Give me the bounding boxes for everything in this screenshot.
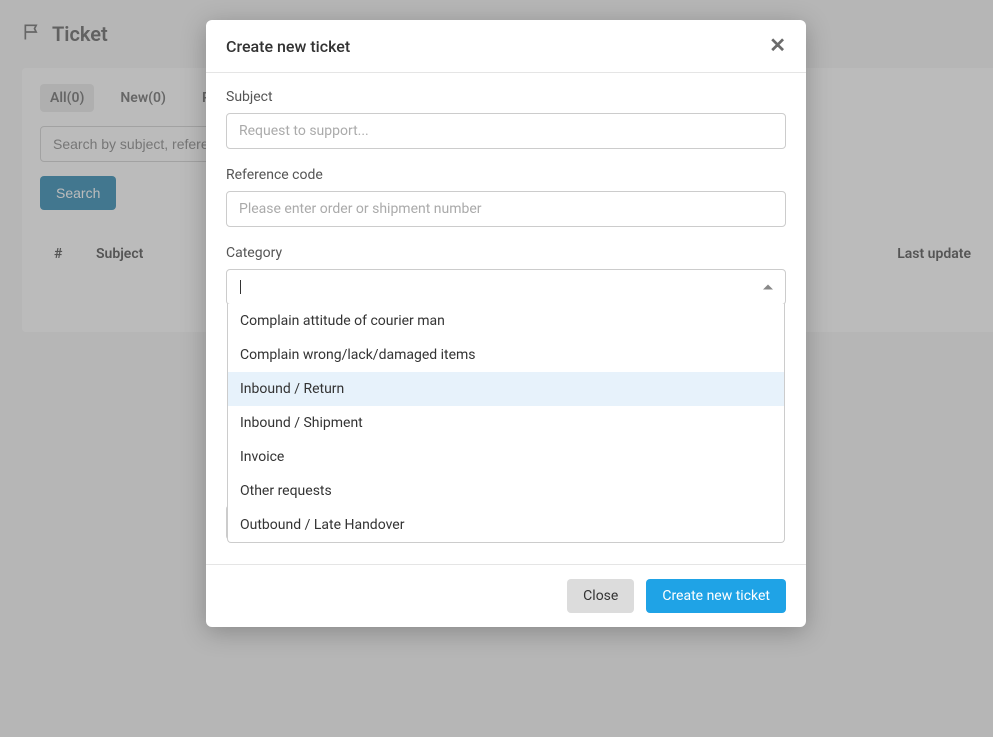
reference-label: Reference code [226,167,786,183]
category-dropdown: Complain attitude of courier manComplain… [227,304,785,543]
category-option[interactable]: Inbound / Shipment [228,406,784,440]
category-option[interactable]: Invoice [228,440,784,474]
chevron-up-icon [763,285,773,290]
category-label: Category [226,245,786,261]
modal-header: Create new ticket ✕ [206,20,806,73]
category-option[interactable]: Complain wrong/lack/damaged items [228,338,784,372]
category-group: Category Complain attitude of courier ma… [226,245,786,305]
create-ticket-modal: Create new ticket ✕ Subject Reference co… [206,20,806,627]
subject-group: Subject [226,89,786,149]
subject-input[interactable] [226,113,786,149]
reference-group: Reference code [226,167,786,227]
modal-body: Subject Reference code Category Complain… [206,73,806,564]
subject-label: Subject [226,89,786,105]
modal-title: Create new ticket [226,37,350,56]
category-input[interactable] [227,270,785,304]
category-option[interactable]: Inbound / Return [228,372,784,406]
reference-input[interactable] [226,191,786,227]
category-option[interactable]: Outbound / Late Handover [228,508,784,542]
category-select[interactable]: Complain attitude of courier manComplain… [226,269,786,305]
category-option[interactable]: Complain attitude of courier man [228,304,784,338]
modal-footer: Close Create new ticket [206,564,806,627]
create-ticket-button[interactable]: Create new ticket [646,579,786,613]
category-option[interactable]: Other requests [228,474,784,508]
close-button[interactable]: Close [567,579,634,613]
close-icon[interactable]: ✕ [769,36,786,56]
